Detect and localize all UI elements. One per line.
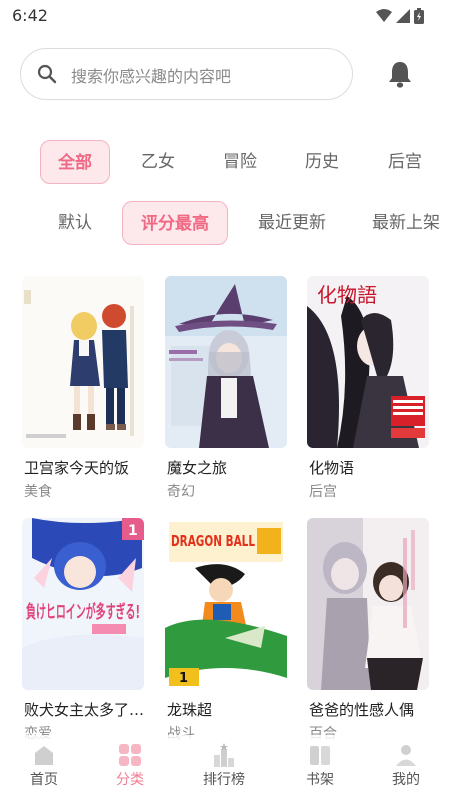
nav-profile-label: 我的: [392, 772, 420, 788]
comic-cover[interactable]: 化物語: [307, 276, 429, 448]
comic-cover[interactable]: [165, 276, 287, 448]
bell-icon[interactable]: [387, 60, 413, 88]
status-time: 6:42: [12, 6, 48, 25]
tab-all[interactable]: 全部: [40, 140, 110, 184]
search-input[interactable]: 搜索你感兴趣的内容吧: [20, 48, 353, 100]
ranking-podium-icon: [214, 743, 234, 767]
comic-title: 魔女之旅: [167, 459, 228, 477]
comic-genre: 美食: [24, 484, 52, 500]
nav-home-label: 首页: [30, 772, 58, 788]
nav-bookshelf-label: 书架: [306, 772, 334, 788]
tab-history[interactable]: 历史: [287, 140, 357, 184]
nav-home[interactable]: 首页: [4, 735, 84, 795]
sort-top-rated[interactable]: 评分最高: [122, 201, 228, 245]
category-grid-icon: [119, 744, 141, 766]
comic-cover[interactable]: DRAGON BALL 1: [165, 518, 287, 690]
comic-cover[interactable]: [307, 518, 429, 690]
cover-volume: 1: [128, 523, 138, 539]
nav-bookshelf[interactable]: 书架: [280, 735, 360, 795]
comic-title: 爸爸的性感人偶: [309, 701, 415, 719]
status-icons: [376, 8, 424, 24]
cover-title: 化物語: [317, 283, 377, 307]
sort-newest[interactable]: 最新上架: [372, 201, 450, 245]
nav-ranking[interactable]: 排行榜: [184, 735, 264, 795]
nav-category[interactable]: 分类: [90, 735, 170, 795]
comic-title: 化物语: [309, 459, 355, 477]
cover-volume: 1: [179, 671, 188, 686]
nav-profile[interactable]: 我的: [366, 735, 446, 795]
status-bar: 6:42: [0, 0, 450, 32]
sort-recently-updated[interactable]: 最近更新: [250, 201, 334, 245]
profile-icon: [396, 745, 416, 766]
cover-title: 負けヒロインが多すぎる!: [26, 601, 140, 623]
comic-genre: 奇幻: [167, 484, 195, 500]
wifi-icon: [376, 9, 392, 22]
comic-cover[interactable]: 負けヒロインが多すぎる! 1: [22, 518, 144, 690]
search-icon: [37, 64, 57, 84]
signal-icon: [396, 9, 410, 23]
bottom-nav: 首页 分类 排行榜 书架 我的: [0, 735, 450, 800]
comic-genre: 后宫: [309, 484, 337, 500]
battery-icon: [414, 8, 424, 24]
home-icon: [35, 746, 53, 765]
comic-title: 败犬女主太多了…: [24, 701, 145, 719]
category-tabs: 全部 乙女 冒险 历史 后宫: [0, 140, 450, 184]
sort-default[interactable]: 默认: [40, 201, 110, 245]
bookshelf-icon: [310, 746, 330, 765]
nav-ranking-label: 排行榜: [203, 772, 245, 788]
tab-otome[interactable]: 乙女: [123, 140, 193, 184]
sort-tabs: 默认 评分最高 最近更新 最新上架: [0, 201, 450, 245]
tab-adventure[interactable]: 冒险: [205, 140, 275, 184]
comic-cover[interactable]: [22, 276, 144, 448]
tab-harem[interactable]: 后宫: [370, 140, 440, 184]
comic-title: 龙珠超: [167, 701, 213, 719]
search-placeholder: 搜索你感兴趣的内容吧: [71, 67, 232, 86]
cover-title: DRAGON BALL: [171, 532, 255, 550]
comic-title: 卫宫家今天的饭: [24, 459, 130, 477]
nav-category-label: 分类: [116, 772, 144, 788]
